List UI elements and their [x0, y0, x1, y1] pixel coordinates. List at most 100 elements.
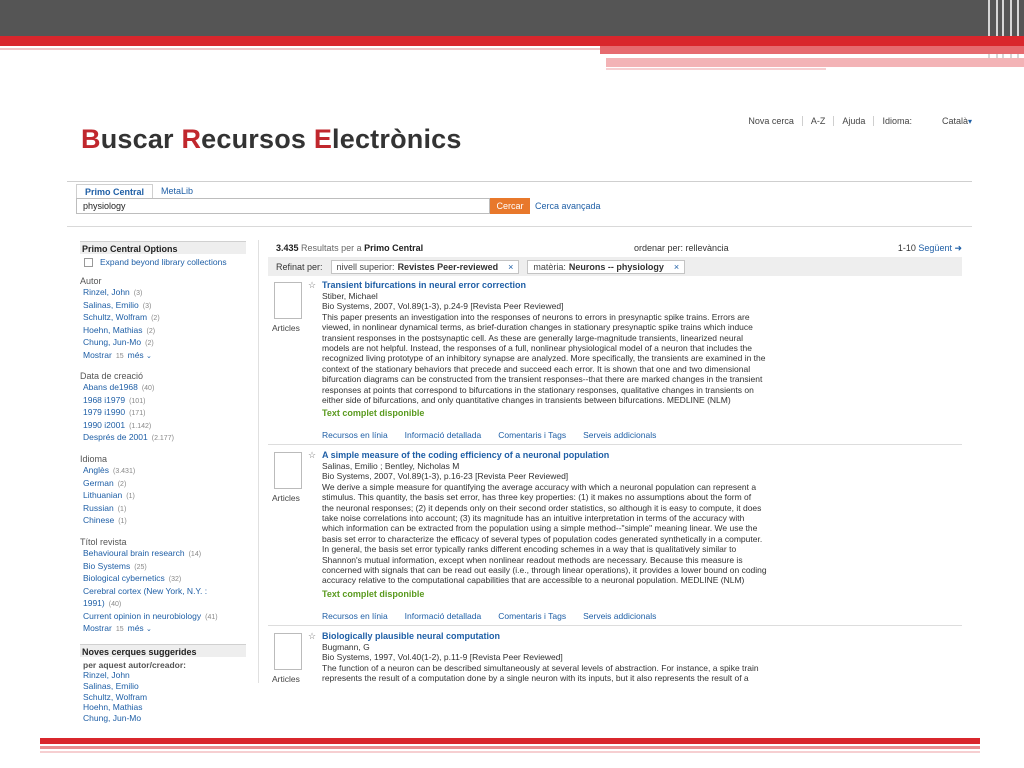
pagination: 1-10 Següent ➜ — [898, 243, 962, 254]
next-page-link[interactable]: Següent ➜ — [918, 243, 962, 253]
facet-journal-title: Títol revista Behavioural brain research… — [80, 537, 246, 636]
record-abstract: The function of a neuron can be describe… — [322, 662, 759, 684]
search-input[interactable]: physiology — [76, 198, 490, 214]
chevron-down-icon: ⌄ — [146, 626, 152, 634]
facet-item[interactable]: Lithuanian (1) — [80, 490, 246, 503]
comments-tags-link[interactable]: Comentaris i Tags — [498, 430, 566, 440]
record-title-link[interactable]: A simple measure of the coding efficienc… — [322, 450, 814, 461]
facet-item[interactable]: 1979 i1990 (171) — [80, 407, 246, 420]
top-navigation: Nova cerca A-Z Ajuda Idioma: Català▾ — [740, 116, 972, 126]
record-title-link[interactable]: Transient bifurcations in neural error c… — [322, 280, 814, 291]
star-icon[interactable]: ☆ — [308, 280, 316, 291]
facet-item[interactable]: Després de 2001 (2.177) — [80, 432, 246, 445]
star-icon[interactable]: ☆ — [308, 450, 316, 461]
chevron-down-icon: ⌄ — [146, 352, 152, 360]
facet-item[interactable]: Russian (1) — [80, 503, 246, 516]
facet-item[interactable]: Cerebral cortex (New York, N.Y. : — [80, 586, 246, 599]
slide-pink-line-secondary — [606, 68, 826, 70]
az-link[interactable]: A-Z — [801, 116, 834, 126]
suggested-author[interactable]: Salinas, Emilio — [80, 681, 246, 692]
record-type: Articles — [272, 674, 300, 684]
fulltext-available-link[interactable]: Text complet disponible — [322, 408, 814, 418]
comments-tags-link[interactable]: Comentaris i Tags — [498, 611, 566, 621]
close-icon[interactable]: × — [674, 262, 679, 272]
tab-primo-central[interactable]: Primo Central — [76, 184, 154, 199]
document-thumbnail-icon — [274, 282, 302, 319]
record-abstract: This paper presents an investigation int… — [322, 311, 766, 406]
facet-item[interactable]: Biological cybernetics (32) — [80, 573, 246, 586]
sidebar-divider — [258, 240, 259, 683]
facet-item[interactable]: Bio Systems (25) — [80, 561, 246, 574]
new-search-link[interactable]: Nova cerca — [740, 116, 802, 126]
facet-item[interactable]: Rinzel, John (3) — [80, 287, 246, 300]
details-link[interactable]: Informació detallada — [405, 611, 482, 621]
facet-language: Idioma Anglès (3.431) German (2) Lithuania… — [80, 454, 246, 528]
help-link[interactable]: Ajuda — [833, 116, 873, 126]
expand-checkbox[interactable] — [84, 257, 93, 267]
filter-chip-subject: matèria: Neurons -- physiology × — [527, 259, 686, 274]
sort-control[interactable]: ordenar per: rellevància — [634, 243, 729, 253]
slide-bottom-pink-line — [40, 751, 980, 753]
fulltext-available-link[interactable]: Text complet disponible — [322, 589, 814, 599]
facet-item[interactable]: Hoehn, Mathias (2) — [80, 325, 246, 338]
slide-top-bar — [0, 0, 1024, 36]
search-tabs: Primo Central MetaLib — [76, 184, 201, 199]
facet-author: Autor Rinzel, John (3) Salinas, Emilio (3)… — [80, 276, 246, 362]
suggested-author[interactable]: Schultz, Wolfram — [80, 692, 246, 703]
facet-item[interactable]: Chinese (1) — [80, 515, 246, 528]
facet-title: Autor — [80, 276, 102, 286]
additional-services-link[interactable]: Serveis addicionals — [583, 430, 656, 440]
star-icon[interactable]: ☆ — [308, 631, 316, 642]
slide-bottom-red-band — [40, 738, 980, 744]
record-author: Stiber, Michael — [322, 291, 378, 301]
show-more-journals[interactable]: Mostrar 15 més ⌄ — [80, 623, 246, 635]
details-link[interactable]: Informació detallada — [405, 430, 482, 440]
search-divider — [67, 226, 972, 227]
facets-sidebar: Primo Central Options Expand beyond libr… — [80, 241, 246, 723]
suggested-author[interactable]: Rinzel, John — [80, 670, 246, 681]
refinement-bar: Refinat per: nivell superior: Revistes Pe… — [268, 257, 962, 276]
record-divider — [268, 444, 962, 445]
record-type: Articles — [272, 323, 300, 333]
additional-services-link[interactable]: Serveis addicionals — [583, 611, 656, 621]
language-select[interactable]: Català▾ — [920, 116, 972, 126]
facet-item[interactable]: Chung, Jun-Mo (2) — [80, 337, 246, 350]
record-source: Bio Systems, 2007, Vol.89(1-3), p.24-9 [… — [322, 301, 564, 312]
tab-metalib[interactable]: MetaLib — [153, 184, 201, 199]
filter-chip-peer-reviewed: nivell superior: Revistes Peer-reviewed × — [330, 259, 520, 274]
record-title-link[interactable]: Biologically plausible neural computatio… — [322, 631, 814, 642]
slide-red-band-secondary — [600, 46, 1024, 54]
online-resources-link[interactable]: Recursos en línia — [322, 430, 388, 440]
advanced-search-link[interactable]: Cerca avançada — [535, 201, 601, 211]
slide-red-band — [0, 36, 1024, 46]
record-source: Bio Systems, 1997, Vol.40(1-2), p.11-9 [… — [322, 652, 563, 663]
primo-options-heading: Primo Central Options — [80, 241, 246, 254]
facet-item[interactable]: Abans de1968 (40) — [80, 382, 246, 395]
facet-item[interactable]: 1968 i1979 (101) — [80, 395, 246, 408]
close-icon[interactable]: × — [508, 262, 513, 272]
refine-label: Refinat per: — [276, 261, 323, 272]
facet-item[interactable]: Salinas, Emilio (3) — [80, 300, 246, 313]
facet-item[interactable]: Behavioural brain research (14) — [80, 548, 246, 561]
sort-value[interactable]: rellevància — [686, 243, 729, 253]
suggested-searches-heading: Noves cerques suggerides — [80, 644, 246, 658]
slide-bottom-red-line — [40, 746, 980, 749]
facet-item[interactable]: 1990 i2001 (1.142) — [80, 420, 246, 433]
expand-label: Expand beyond library collections — [100, 257, 227, 267]
facet-item[interactable]: Anglès (3.431) — [80, 465, 246, 478]
facet-item[interactable]: Schultz, Wolfram (2) — [80, 312, 246, 325]
slide-corner-lines — [984, 0, 1024, 66]
suggested-author[interactable]: Chung, Jun-Mo — [80, 713, 246, 724]
suggested-searches-subtitle: per aquest autor/creador: — [83, 660, 186, 671]
expand-collections-option[interactable]: Expand beyond library collections — [80, 257, 246, 267]
search-button[interactable]: Cercar — [490, 198, 530, 214]
document-thumbnail-icon — [274, 633, 302, 670]
suggested-author[interactable]: Hoehn, Mathias — [80, 702, 246, 713]
language-value: Català — [941, 116, 968, 126]
facet-title: Títol revista — [80, 536, 127, 547]
facet-item[interactable]: Current opinion in neurobiology (41) — [80, 611, 246, 624]
online-resources-link[interactable]: Recursos en línia — [322, 611, 388, 621]
facet-item[interactable]: German (2) — [80, 478, 246, 491]
show-more-authors[interactable]: Mostrar 15 més ⌄ — [80, 350, 246, 362]
facet-item[interactable]: 1991) (40) — [80, 598, 246, 611]
